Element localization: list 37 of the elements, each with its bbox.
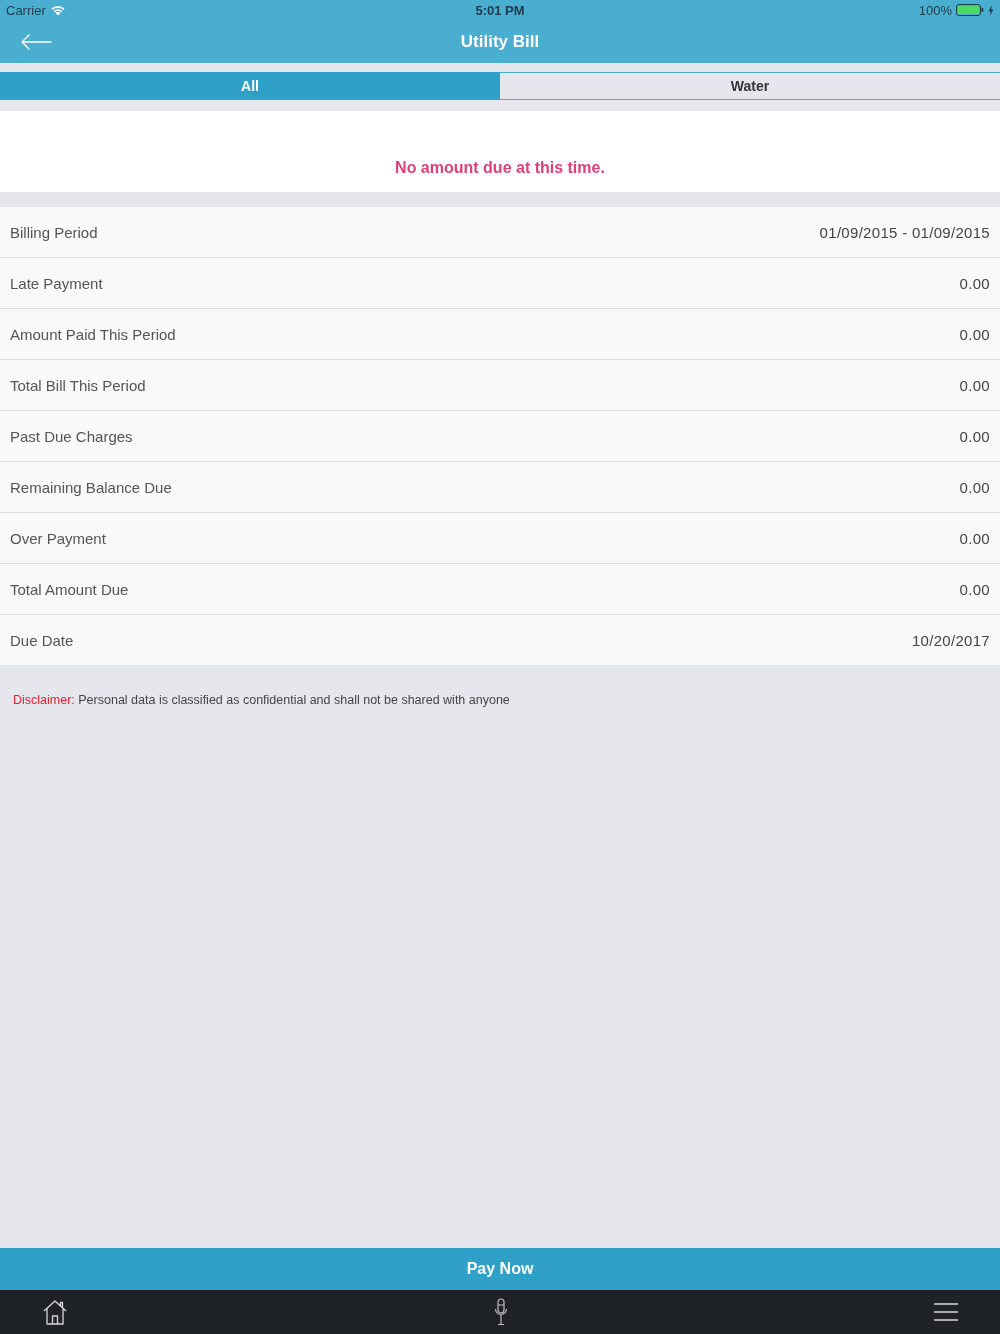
row-label: Total Amount Due [10, 580, 129, 598]
wifi-icon [49, 4, 66, 16]
row-value: 0.00 [959, 376, 990, 394]
battery-percent: 100% [918, 2, 952, 18]
pay-now-button[interactable]: Pay Now [0, 1248, 1000, 1290]
disclaimer-text: Disclaimer: Personal data is classified as confidential and shall not be shared with anyone [13, 693, 511, 707]
row-label: Total Bill This Period [10, 376, 146, 394]
row-label: Billing Period [10, 223, 98, 241]
microphone-button[interactable] [494, 1298, 508, 1326]
row-value: 10/20/2017 [911, 631, 990, 649]
microphone-icon [494, 1298, 508, 1326]
row-value: 0.00 [959, 427, 990, 445]
row-label: Amount Paid This Period [10, 325, 176, 343]
menu-button[interactable] [934, 1303, 958, 1321]
row-value: 0.00 [959, 274, 990, 292]
status-time: 5:01 PM [475, 3, 525, 18]
row-value: 0.00 [959, 325, 990, 343]
tab[interactable]: All [0, 72, 500, 100]
row-value: 01/09/2015 - 01/09/2015 [819, 223, 990, 241]
notice-text: No amount due at this time. [395, 159, 605, 176]
row-value: 0.00 [959, 478, 990, 496]
home-icon [42, 1299, 68, 1325]
row-label: Remaining Balance Due [10, 478, 172, 496]
battery-icon [956, 4, 984, 16]
row-label: Due Date [10, 631, 74, 649]
charging-bolt-icon [988, 4, 994, 16]
row-label: Late Payment [10, 274, 103, 292]
row-value: 0.00 [959, 529, 990, 547]
screen-title: Utility Bill [460, 31, 540, 52]
tab[interactable]: Water [500, 72, 1000, 100]
row-label: Over Payment [10, 529, 106, 547]
menu-icon [934, 1303, 958, 1321]
row-label: Past Due Charges [10, 427, 133, 445]
home-button[interactable] [42, 1299, 68, 1325]
carrier-label: Carrier [6, 2, 46, 18]
row-value: 0.00 [959, 580, 990, 598]
back-arrow-icon [20, 34, 52, 50]
